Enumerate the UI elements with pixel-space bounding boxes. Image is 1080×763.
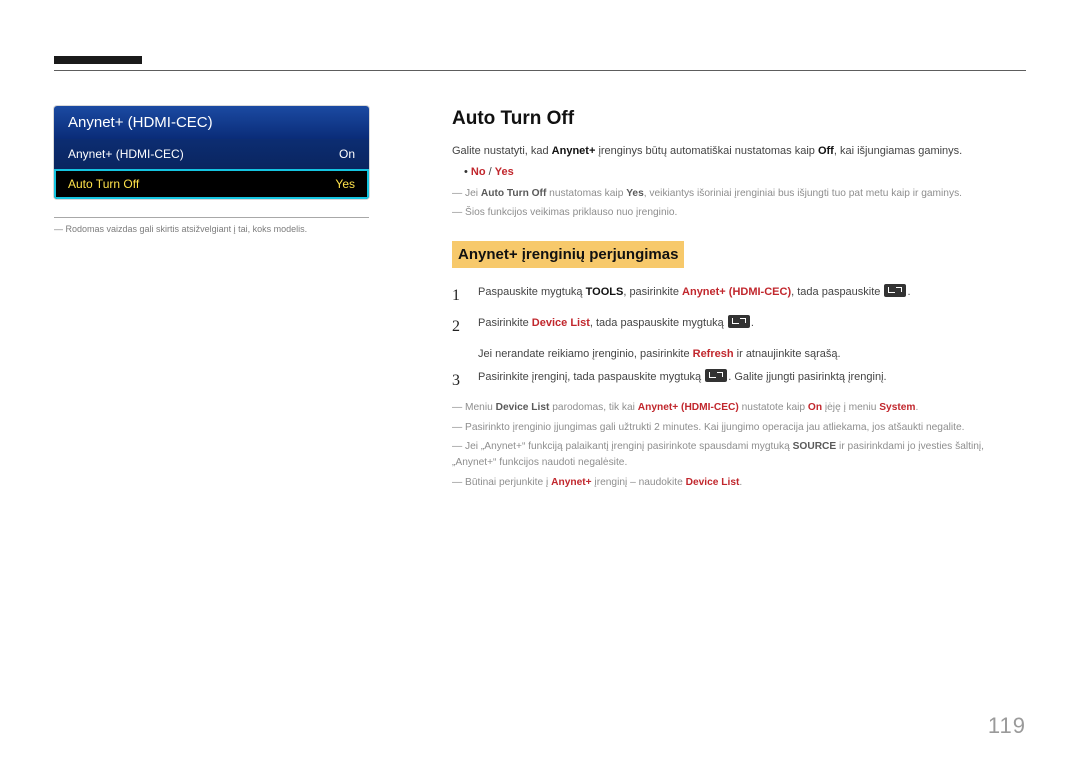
text: nustatote kaip [739,402,808,413]
text: įrenginį – naudokite [592,477,686,488]
text: , kai išjungiamas gaminys. [834,145,962,157]
text: , pasirinkite [623,286,682,298]
step-number: 1 [452,284,464,309]
term: Auto Turn Off [481,188,546,199]
term-tools: TOOLS [586,286,624,298]
text: parodomas, tik kai [549,402,637,413]
step-2-sub: Jei nerandate reikiamo įrenginio, pasiri… [478,346,1024,363]
term-anynet-cec: Anynet+ (HDMI-CEC) [682,286,791,298]
opt-no: No [471,166,486,178]
text: Jei „Anynet+“ funkciją palaikantį įrengi… [465,441,793,452]
step-text: Pasirinkite įrenginį, tada paspauskite m… [478,369,1024,386]
step-text: Pasirinkite Device List, tada paspauskit… [478,315,1024,332]
text: įėję į meniu [822,402,879,413]
step-number: 3 [452,369,464,394]
footnote: Jei „Anynet+“ funkciją palaikantį įrengi… [452,439,1024,471]
intro-paragraph: Galite nustatyti, kad Anynet+ įrenginys … [452,143,1024,160]
text: Pasirinkite įrenginį, tada paspauskite m… [478,371,704,383]
page-top-rule [54,70,1026,71]
term: Anynet+ [551,477,591,488]
term-anynet: Anynet+ [552,145,596,157]
option-values: No / Yes [464,164,1024,181]
subsection-heading: Anynet+ įrenginių perjungimas [452,241,684,268]
step-3: 3 Pasirinkite įrenginį, tada paspauskite… [452,369,1024,394]
osd-menu-title: Anynet+ (HDMI-CEC) [54,106,369,139]
osd-menu-panel: Anynet+ (HDMI-CEC) Anynet+ (HDMI-CEC) On… [54,106,369,199]
term-device-list: Device List [532,317,590,329]
enter-icon [884,284,906,297]
text: Galite nustatyti, kad [452,145,552,157]
term: On [808,402,822,413]
term-refresh: Refresh [693,348,734,360]
osd-menu-row-anynet[interactable]: Anynet+ (HDMI-CEC) On [54,139,369,169]
term-off: Off [818,145,834,157]
term: Yes [626,188,644,199]
text: Pasirinkite [478,317,532,329]
step-2: 2 Pasirinkite Device List, tada paspausk… [452,315,1024,340]
text: Būtinai perjunkite į [465,477,551,488]
term: Anynet+ (HDMI-CEC) [638,402,739,413]
sep: / [486,166,495,178]
note-line: Šios funkcijos veikimas priklauso nuo įr… [452,205,1024,221]
text: įrenginys būtų automatiškai nustatomas k… [595,145,818,157]
term: Device List [496,402,550,413]
page-number: 119 [988,713,1026,739]
step-text: Paspauskite mygtuką TOOLS, pasirinkite A… [478,284,1024,301]
divider [54,217,369,218]
osd-menu-row-label: Auto Turn Off [68,177,139,191]
section-heading: Auto Turn Off [452,104,1024,133]
osd-menu-row-autoturnoff[interactable]: Auto Turn Off Yes [54,169,369,199]
text: ir atnaujinkite sąrašą. [734,348,841,360]
step-1: 1 Paspauskite mygtuką TOOLS, pasirinkite… [452,284,1024,309]
text: . [916,402,919,413]
footnote: Meniu Device List parodomas, tik kai Any… [452,400,1024,416]
note-line: Jei Auto Turn Off nustatomas kaip Yes, v… [452,186,1024,202]
left-column: Anynet+ (HDMI-CEC) Anynet+ (HDMI-CEC) On… [54,106,369,234]
term: Device List [686,477,740,488]
enter-icon [705,369,727,382]
term: System [879,402,915,413]
step-number: 2 [452,315,464,340]
enter-icon [728,315,750,328]
opt-yes: Yes [495,166,514,178]
osd-menu-row-value: On [339,147,355,161]
footnote: Pasirinkto įrenginio įjungimas gali užtr… [452,420,1024,436]
content-column: Auto Turn Off Galite nustatyti, kad Anyn… [452,104,1024,495]
text: Jei nerandate reikiamo įrenginio, pasiri… [478,348,693,360]
page-corner-mark [54,56,142,64]
text: . Galite įjungti pasirinktą įrenginį. [728,371,886,383]
osd-menu-row-value: Yes [335,177,355,191]
text: , veikiantys išoriniai įrenginiai bus iš… [644,188,962,199]
image-disclaimer: Rodomas vaizdas gali skirtis atsižvelgia… [54,224,369,234]
text: , tada paspauskite [791,286,883,298]
text: Jei [465,188,481,199]
footnote: Būtinai perjunkite į Anynet+ įrenginį – … [452,475,1024,491]
osd-menu-row-label: Anynet+ (HDMI-CEC) [68,147,184,161]
text: , tada paspauskite mygtuką [590,317,727,329]
text: Meniu [465,402,496,413]
term-source: SOURCE [793,441,837,452]
text: . [739,477,742,488]
text: Paspauskite mygtuką [478,286,586,298]
text: nustatomas kaip [546,188,626,199]
